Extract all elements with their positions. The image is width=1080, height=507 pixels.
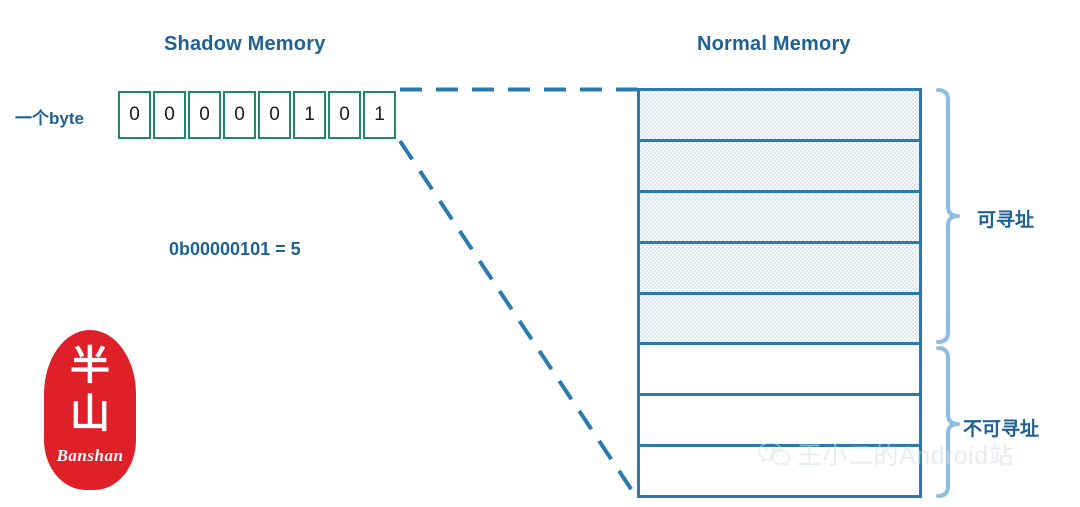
bit-cell: 0 — [258, 91, 291, 139]
brace-addressable — [936, 88, 960, 344]
bit-cell: 0 — [153, 91, 186, 139]
seal-char-bottom: 山 — [70, 391, 110, 437]
brace-unaddressable — [936, 346, 960, 498]
seal-roman-text: Banshan — [56, 446, 124, 465]
memory-row — [640, 243, 919, 295]
addressable-label: 可寻址 — [977, 210, 1035, 231]
memory-row — [640, 345, 919, 397]
bit-cell: 0 — [223, 91, 256, 139]
memory-row — [640, 91, 919, 142]
bit-cell: 1 — [363, 91, 396, 139]
wechat-watermark: 王小二的Android站 — [757, 436, 1014, 472]
memory-row — [640, 141, 919, 193]
watermark-text: 王小二的Android站 — [797, 442, 1015, 470]
wechat-icon — [757, 440, 791, 468]
banshan-seal-stamp: 半 山 Banshan — [44, 330, 136, 490]
shadow-memory-title: Shadow Memory — [164, 33, 326, 55]
normal-memory-title: Normal Memory — [697, 33, 851, 55]
memory-row — [640, 192, 919, 244]
bit-cell: 0 — [328, 91, 361, 139]
one-byte-label: 一个byte — [15, 109, 84, 128]
memory-row — [640, 294, 919, 346]
bit-cell: 0 — [118, 91, 151, 139]
diagonal-dashed-connector — [398, 139, 639, 500]
bit-cell: 1 — [293, 91, 326, 139]
bit-cell: 0 — [188, 91, 221, 139]
binary-value-formula: 0b00000101 = 5 — [169, 239, 301, 259]
seal-char-top: 半 — [70, 343, 110, 389]
diagram-canvas: Shadow Memory Normal Memory 一个byte 0 0 0… — [0, 0, 1080, 507]
shadow-byte-cells: 0 0 0 0 0 1 0 1 — [118, 91, 396, 139]
